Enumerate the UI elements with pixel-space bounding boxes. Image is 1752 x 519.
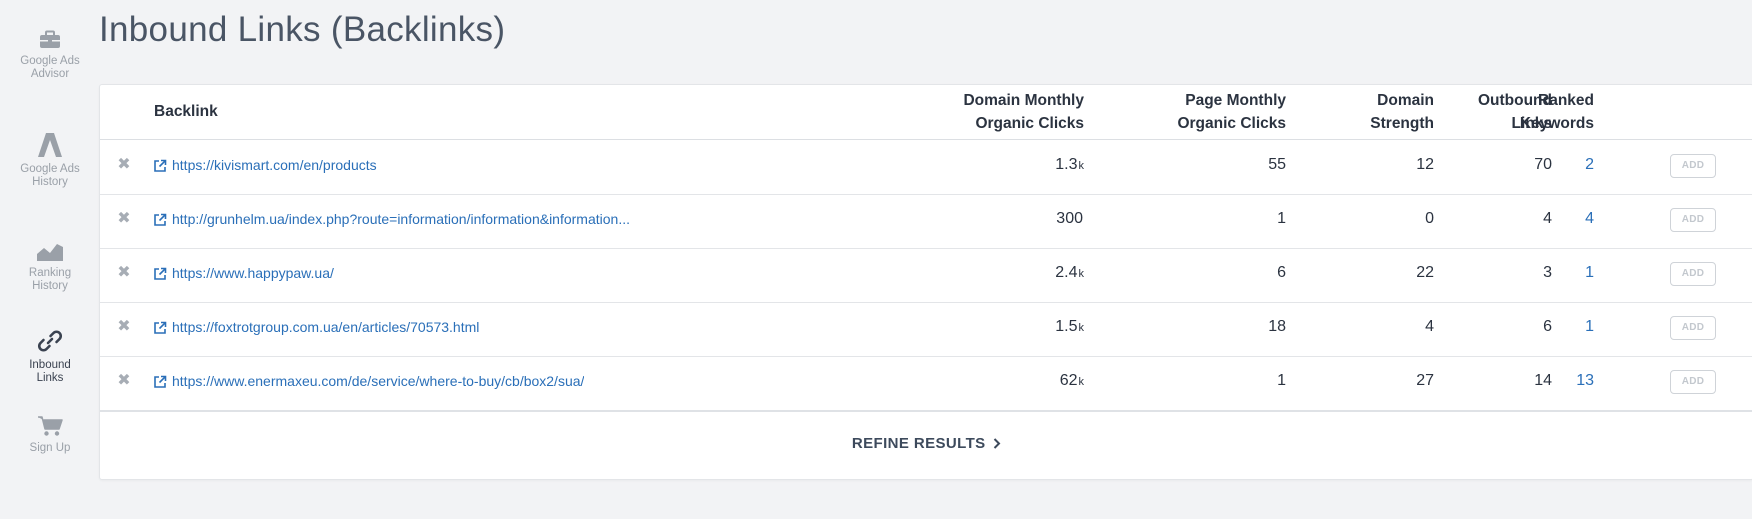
backlink-url[interactable]: https://www.happypaw.ua/ bbox=[172, 265, 334, 281]
table-row: ✖ https://www.enermaxeu.com/de/service/w… bbox=[100, 356, 1752, 410]
sidebar-item-label: Ranking History bbox=[28, 267, 72, 292]
remove-icon[interactable]: ✖ bbox=[117, 373, 131, 389]
page-monthly-organic-clicks: 55 bbox=[1268, 156, 1286, 173]
domain-strength: 12 bbox=[1416, 156, 1434, 173]
value: 1.3 bbox=[1055, 156, 1078, 173]
outbound-links: 6 bbox=[1543, 318, 1552, 335]
header-line: Domain Monthly bbox=[963, 92, 1084, 109]
sidebar-item-label: Google Ads Advisor bbox=[20, 55, 80, 80]
refine-results-button[interactable]: REFINE RESULTS bbox=[100, 435, 1752, 452]
header-line: Strength bbox=[1370, 115, 1434, 132]
domain-monthly-organic-clicks: 1.3k bbox=[1055, 156, 1084, 174]
column-header-domain-monthly-organic-clicks[interactable]: Domain Monthly Organic Clicks bbox=[963, 89, 1084, 135]
outbound-links: 14 bbox=[1534, 372, 1552, 389]
google-ads-logo-icon bbox=[38, 133, 62, 157]
header-line: Organic Clicks bbox=[1177, 115, 1286, 132]
header-line: Links bbox=[1511, 115, 1552, 132]
page-monthly-organic-clicks: 1 bbox=[1277, 210, 1286, 227]
ranked-keywords-link[interactable]: 1 bbox=[1585, 264, 1594, 282]
outbound-links: 4 bbox=[1543, 210, 1552, 227]
external-link-icon bbox=[154, 321, 167, 334]
table-row: ✖ https://www.happypaw.ua/ 2.4k 6 22 1 3… bbox=[100, 248, 1752, 303]
value: 2.4 bbox=[1055, 264, 1078, 281]
remove-icon[interactable]: ✖ bbox=[117, 211, 131, 227]
external-link-icon bbox=[154, 213, 167, 226]
ranked-keywords-link[interactable]: 13 bbox=[1576, 372, 1594, 390]
value: 1.5 bbox=[1055, 318, 1078, 335]
column-header-domain-strength[interactable]: Domain Strength bbox=[1370, 89, 1434, 135]
backlink-url[interactable]: http://grunhelm.ua/index.php?route=infor… bbox=[172, 211, 630, 227]
sidebar-item-label: Sign Up bbox=[29, 442, 71, 454]
domain-strength: 27 bbox=[1416, 372, 1434, 389]
header-line: Domain bbox=[1377, 92, 1434, 109]
briefcase-icon bbox=[40, 30, 60, 48]
divider bbox=[100, 410, 1752, 412]
page-title: Inbound Links (Backlinks) bbox=[99, 10, 506, 49]
add-button[interactable]: ADD bbox=[1670, 370, 1716, 394]
unit: k bbox=[1078, 322, 1085, 334]
add-button[interactable]: ADD bbox=[1670, 154, 1716, 178]
link-icon bbox=[37, 330, 63, 352]
area-chart-icon bbox=[37, 244, 63, 261]
domain-monthly-organic-clicks: 300 bbox=[1056, 210, 1084, 228]
table-row: ✖ http://grunhelm.ua/index.php?route=inf… bbox=[100, 194, 1752, 249]
sidebar-item-label: Inbound Links bbox=[29, 359, 71, 384]
unit: k bbox=[1078, 160, 1085, 172]
sidebar-item-google-ads-advisor[interactable]: Google Ads Advisor bbox=[0, 30, 100, 81]
table-row: ✖ https://kivismart.com/en/products 1.3k… bbox=[100, 140, 1752, 195]
remove-icon[interactable]: ✖ bbox=[117, 319, 131, 335]
domain-strength: 0 bbox=[1425, 210, 1434, 227]
sidebar-item-inbound-links[interactable]: Inbound Links bbox=[0, 328, 100, 385]
header-line: Organic Clicks bbox=[975, 115, 1084, 132]
unit: k bbox=[1078, 376, 1085, 388]
domain-strength: 22 bbox=[1416, 264, 1434, 281]
remove-icon[interactable]: ✖ bbox=[117, 265, 131, 281]
column-header-outbound-links[interactable]: Outbound Links bbox=[1460, 89, 1552, 135]
page-monthly-organic-clicks: 6 bbox=[1277, 264, 1286, 281]
domain-monthly-organic-clicks: 62k bbox=[1060, 372, 1084, 390]
outbound-links: 70 bbox=[1534, 156, 1552, 173]
add-button[interactable]: ADD bbox=[1670, 262, 1716, 286]
table-header: Backlink Domain Monthly Organic Clicks P… bbox=[100, 85, 1752, 140]
cart-icon bbox=[38, 416, 63, 436]
outbound-links: 3 bbox=[1543, 264, 1552, 281]
chevron-right-icon bbox=[993, 438, 1001, 449]
ranked-keywords-link[interactable]: 4 bbox=[1585, 210, 1594, 228]
unit: k bbox=[1078, 268, 1085, 280]
add-button[interactable]: ADD bbox=[1670, 316, 1716, 340]
sidebar: Google Ads Advisor Google Ads History Ra… bbox=[0, 0, 100, 519]
domain-strength: 4 bbox=[1425, 318, 1434, 335]
header-line: Outbound bbox=[1477, 92, 1552, 109]
value: 62 bbox=[1059, 372, 1078, 389]
sidebar-item-google-ads-history[interactable]: Google Ads History bbox=[0, 132, 100, 189]
external-link-icon bbox=[154, 375, 167, 388]
remove-icon[interactable]: ✖ bbox=[117, 157, 131, 173]
sidebar-item-label: Google Ads History bbox=[20, 163, 80, 188]
backlinks-table-card: Backlink Domain Monthly Organic Clicks P… bbox=[99, 84, 1752, 480]
column-header-page-monthly-organic-clicks[interactable]: Page Monthly Organic Clicks bbox=[1177, 89, 1286, 135]
header-line: Page Monthly bbox=[1185, 92, 1286, 109]
sidebar-item-sign-up[interactable]: Sign Up bbox=[0, 415, 100, 455]
refine-results-label: REFINE RESULTS bbox=[851, 435, 986, 452]
column-header-backlink[interactable]: Backlink bbox=[154, 100, 218, 123]
add-button[interactable]: ADD bbox=[1670, 208, 1716, 232]
domain-monthly-organic-clicks: 1.5k bbox=[1055, 318, 1084, 336]
ranked-keywords-link[interactable]: 2 bbox=[1585, 156, 1594, 174]
page-monthly-organic-clicks: 18 bbox=[1268, 318, 1286, 335]
value: 300 bbox=[1056, 210, 1083, 227]
backlink-url[interactable]: https://foxtrotgroup.com.ua/en/articles/… bbox=[172, 319, 479, 335]
ranked-keywords-link[interactable]: 1 bbox=[1585, 318, 1594, 336]
table-row: ✖ https://foxtrotgroup.com.ua/en/article… bbox=[100, 302, 1752, 357]
external-link-icon bbox=[154, 159, 167, 172]
domain-monthly-organic-clicks: 2.4k bbox=[1055, 264, 1084, 282]
backlink-url[interactable]: https://kivismart.com/en/products bbox=[172, 157, 377, 173]
external-link-icon bbox=[154, 267, 167, 280]
page-monthly-organic-clicks: 1 bbox=[1277, 372, 1286, 389]
backlink-url[interactable]: https://www.enermaxeu.com/de/service/whe… bbox=[172, 373, 584, 389]
sidebar-item-ranking-history[interactable]: Ranking History bbox=[0, 240, 100, 293]
